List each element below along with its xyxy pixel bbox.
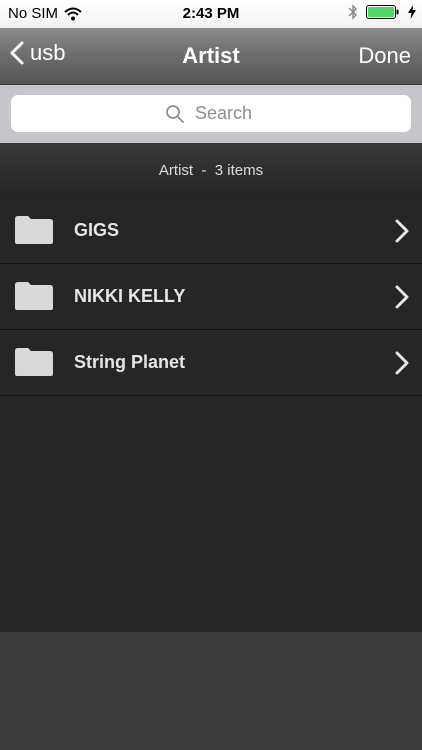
search-field[interactable]	[11, 95, 411, 132]
chevron-right-icon	[395, 219, 409, 243]
done-button[interactable]: Done	[358, 43, 411, 69]
folder-icon	[15, 348, 53, 376]
list-item-gigs[interactable]: GIGS	[0, 198, 422, 264]
status-icons	[348, 4, 416, 20]
search-bar	[0, 85, 422, 143]
navigation-bar: usb Artist Done	[0, 28, 422, 85]
list-item-label: String Planet	[74, 352, 186, 372]
search-input[interactable]	[193, 102, 257, 125]
artist-list: GIGS NIKKI KELLY String Planet	[0, 198, 422, 396]
charging-icon	[408, 5, 416, 19]
section-header: Artist - 3 items	[0, 143, 422, 198]
battery-icon	[366, 5, 399, 19]
chevron-right-icon	[395, 351, 409, 375]
list-item-label: GIGS	[74, 220, 120, 240]
list-item-label: NIKKI KELLY	[74, 286, 186, 306]
search-icon	[166, 104, 184, 123]
list-item-nikki-kelly[interactable]: NIKKI KELLY	[0, 264, 422, 330]
list-empty-area	[0, 396, 422, 632]
chevron-right-icon	[395, 285, 409, 309]
bluetooth-icon	[348, 4, 357, 20]
folder-icon	[15, 282, 53, 310]
folder-icon	[15, 216, 53, 244]
list-item-string-planet[interactable]: String Planet	[0, 330, 422, 396]
status-bar: No SIM 2:43 PM	[0, 0, 422, 28]
bottom-panel	[0, 632, 422, 750]
